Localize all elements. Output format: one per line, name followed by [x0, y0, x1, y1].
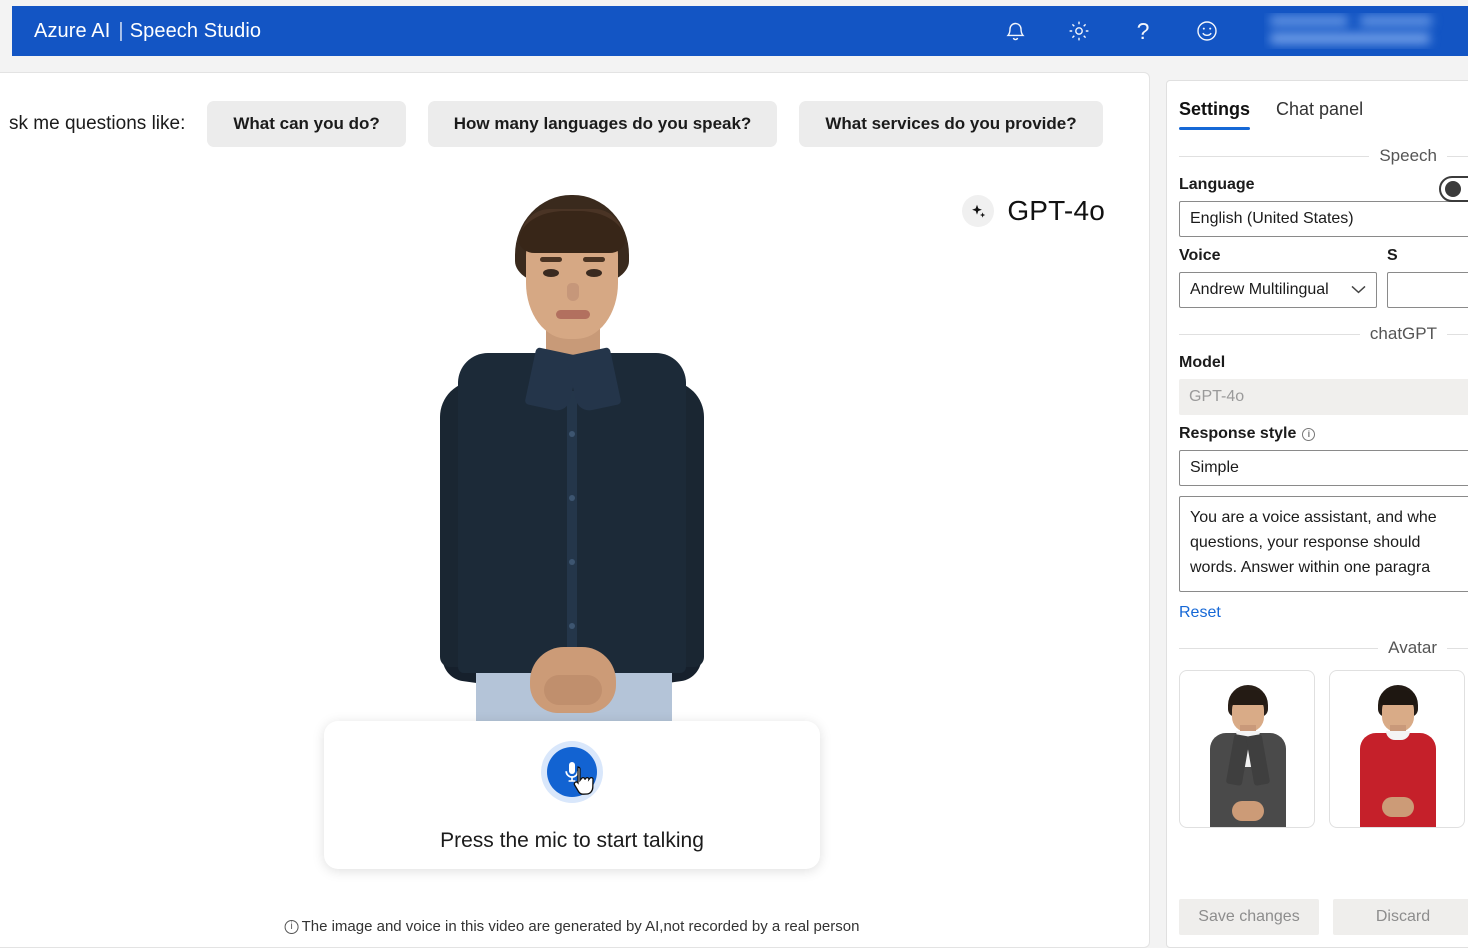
- ai-disclaimer-text: The image and voice in this video are ge…: [301, 918, 860, 935]
- chevron-down-icon: [1351, 281, 1366, 299]
- top-navigation-bar: Azure AI | Speech Studio ?: [12, 6, 1468, 56]
- brand-separator: |: [118, 19, 124, 42]
- avatar-thumbnail-1: [1192, 685, 1302, 827]
- mic-button[interactable]: [541, 741, 603, 803]
- section-title-speech: Speech: [1379, 146, 1437, 165]
- microphone-icon: [547, 747, 597, 797]
- app-root: Azure AI | Speech Studio ? sk me questio…: [0, 0, 1468, 948]
- mic-instruction-text: Press the mic to start talking: [440, 829, 704, 852]
- avatar-thumbnail-2: [1342, 685, 1452, 827]
- response-style-label: Response style i: [1179, 425, 1468, 443]
- smiley-icon[interactable]: [1194, 18, 1220, 44]
- model-label: Model: [1179, 354, 1226, 371]
- user-account-info[interactable]: [1264, 13, 1444, 49]
- main-content-panel: sk me questions like: What can you do? H…: [0, 72, 1150, 948]
- section-divider-avatar: Avatar: [1179, 638, 1468, 658]
- voice-value: Andrew Multilingual: [1190, 281, 1329, 298]
- bell-icon[interactable]: [1002, 18, 1028, 44]
- avatar-option-2[interactable]: [1329, 670, 1465, 828]
- avatar-option-grid: [1167, 670, 1468, 828]
- voice-select[interactable]: Andrew Multilingual: [1179, 272, 1377, 308]
- response-style-field: Response style i Simple: [1167, 425, 1468, 486]
- speech-toggle[interactable]: [1439, 176, 1468, 202]
- language-select[interactable]: English (United States): [1179, 201, 1468, 237]
- voice-label: Voice: [1179, 247, 1221, 264]
- gear-icon[interactable]: [1066, 18, 1092, 44]
- info-icon: i: [284, 919, 299, 934]
- brand-primary: Azure AI: [34, 19, 111, 42]
- help-icon[interactable]: ?: [1130, 18, 1156, 44]
- settings-footer-buttons: Save changes Discard: [1167, 899, 1468, 947]
- brand-secondary: Speech Studio: [129, 19, 262, 42]
- avatar-option-1[interactable]: [1179, 670, 1315, 828]
- voice-style-row: Voice Andrew Multilingual S: [1167, 247, 1468, 308]
- response-style-label-text: Response style: [1179, 425, 1297, 442]
- voice-field: Voice Andrew Multilingual: [1179, 247, 1377, 308]
- topbar-icon-group: ?: [1002, 13, 1468, 49]
- tab-chat-panel[interactable]: Chat panel: [1276, 99, 1363, 130]
- section-divider-chatgpt: chatGPT: [1179, 324, 1468, 344]
- language-label: Language: [1179, 176, 1255, 193]
- section-divider-speech: Speech: [1179, 146, 1468, 166]
- language-field: Language English (United States): [1167, 176, 1468, 237]
- app-brand: Azure AI | Speech Studio: [34, 20, 261, 43]
- model-field: Model GPT-4o: [1167, 354, 1468, 415]
- ai-disclaimer: i The image and voice in this video are …: [284, 918, 860, 935]
- speech-toggle-knob: [1445, 181, 1461, 197]
- model-value-readonly: GPT-4o: [1179, 379, 1468, 415]
- system-prompt-textarea[interactable]: You are a voice assistant, and whe quest…: [1179, 496, 1468, 592]
- style-select[interactable]: [1386, 272, 1468, 308]
- model-value: GPT-4o: [1189, 388, 1245, 405]
- save-changes-button[interactable]: Save changes: [1179, 899, 1319, 935]
- settings-panel: Settings Chat panel Speech Language Engl…: [1166, 80, 1468, 948]
- response-style-select[interactable]: Simple: [1179, 450, 1468, 486]
- style-label: S: [1386, 247, 1398, 264]
- tab-settings[interactable]: Settings: [1179, 99, 1251, 130]
- info-icon[interactable]: i: [1302, 427, 1316, 441]
- language-value: English (United States): [1190, 210, 1354, 227]
- response-style-value: Simple: [1190, 459, 1239, 476]
- suggestion-prompt-label: sk me questions like:: [9, 113, 186, 134]
- section-title-avatar: Avatar: [1388, 638, 1437, 657]
- section-title-chatgpt: chatGPT: [1369, 324, 1437, 343]
- mic-prompt-card: Press the mic to start talking: [324, 721, 820, 869]
- style-field: S: [1386, 247, 1468, 308]
- reset-link[interactable]: Reset: [1179, 604, 1221, 622]
- settings-tab-bar: Settings Chat panel: [1167, 81, 1468, 130]
- discard-button[interactable]: Discard: [1333, 899, 1468, 935]
